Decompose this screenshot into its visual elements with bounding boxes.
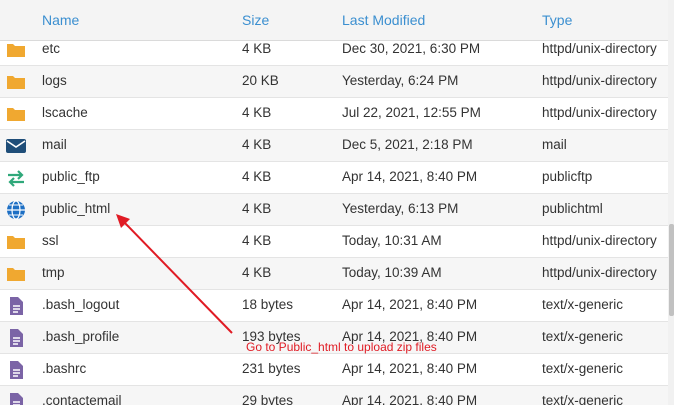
file-name[interactable]: .contactemail [42, 393, 122, 405]
file-size: 29 bytes [242, 393, 294, 405]
mail-icon [6, 136, 26, 156]
file-type: publichtml [542, 201, 603, 216]
file-modified: Today, 10:39 AM [342, 265, 442, 280]
file-modified: Yesterday, 6:24 PM [342, 73, 459, 88]
file-type: text/x-generic [542, 297, 624, 312]
file-modified: Apr 14, 2021, 8:40 PM [342, 297, 478, 312]
file-name[interactable]: public_ftp [42, 169, 100, 184]
table-row[interactable]: lscache 4 KB Jul 22, 2021, 12:55 PM httpd/u… [0, 98, 668, 130]
file-name[interactable]: tmp [42, 265, 65, 280]
table-row[interactable]: etc 4 KB Dec 30, 2021, 6:30 PM httpd/unix-d… [0, 34, 668, 66]
folder-icon [6, 40, 26, 60]
file-type: mail [542, 137, 567, 152]
scrollbar-track[interactable] [668, 0, 674, 405]
folder-icon [6, 104, 26, 124]
file-type: httpd/unix-directory [542, 233, 657, 248]
file-modified: Dec 5, 2021, 2:18 PM [342, 137, 473, 152]
table-row[interactable]: logs 20 KB Yesterday, 6:24 PM httpd/unix-di… [0, 66, 668, 98]
file-modified: Today, 10:31 AM [342, 233, 442, 248]
file-type: text/x-generic [542, 361, 624, 376]
file-icon [6, 328, 26, 348]
folder-icon [6, 264, 26, 284]
file-size: 18 bytes [242, 297, 294, 312]
file-size: 4 KB [242, 137, 272, 152]
column-type-header[interactable]: Type [542, 12, 572, 28]
file-size: 20 KB [242, 73, 279, 88]
table-row[interactable]: public_ftp 4 KB Apr 14, 2021, 8:40 PM publi… [0, 162, 668, 194]
file-type: publicftp [542, 169, 593, 184]
folder-icon [6, 232, 26, 252]
file-name[interactable]: mail [42, 137, 67, 152]
file-name[interactable]: .bash_profile [42, 329, 119, 344]
column-size-header[interactable]: Size [242, 12, 269, 28]
column-name-header[interactable]: Name [42, 12, 79, 28]
file-name[interactable]: public_html [42, 201, 110, 216]
scrollbar-thumb[interactable] [669, 224, 674, 316]
file-name[interactable]: ssl [42, 233, 59, 248]
file-size: 4 KB [242, 201, 272, 216]
file-name[interactable]: .bash_logout [42, 297, 119, 312]
file-modified: Apr 14, 2021, 8:40 PM [342, 169, 478, 184]
file-icon [6, 392, 26, 405]
table-row[interactable]: .bash_logout 18 bytes Apr 14, 2021, 8:40 P… [0, 290, 668, 322]
file-modified: Dec 30, 2021, 6:30 PM [342, 41, 481, 56]
file-type: httpd/unix-directory [542, 265, 657, 280]
file-name[interactable]: logs [42, 73, 67, 88]
file-size: 4 KB [242, 233, 272, 248]
file-type: httpd/unix-directory [542, 73, 657, 88]
globe-icon [6, 200, 26, 220]
table-row[interactable]: mail 4 KB Dec 5, 2021, 2:18 PM mail [0, 130, 668, 162]
file-type: text/x-generic [542, 329, 624, 344]
table-row[interactable]: .bashrc 231 bytes Apr 14, 2021, 8:40 PM tex… [0, 354, 668, 386]
table-row[interactable]: tmp 4 KB Today, 10:39 AM httpd/unix-directo… [0, 258, 668, 290]
table-row[interactable]: .contactemail 29 bytes Apr 14, 2021, 8:40 … [0, 386, 668, 405]
file-name[interactable]: lscache [42, 105, 88, 120]
file-type: httpd/unix-directory [542, 41, 657, 56]
file-size: 231 bytes [242, 361, 301, 376]
file-name[interactable]: .bashrc [42, 361, 86, 376]
file-modified: Yesterday, 6:13 PM [342, 201, 459, 216]
file-modified: Apr 14, 2021, 8:40 PM [342, 393, 478, 405]
file-name[interactable]: etc [42, 41, 60, 56]
table-row[interactable]: public_html 4 KB Yesterday, 6:13 PM publich… [0, 194, 668, 226]
file-type: text/x-generic [542, 393, 624, 405]
file-icon [6, 360, 26, 380]
file-size: 4 KB [242, 105, 272, 120]
transfer-icon [6, 168, 26, 188]
file-modified: Apr 14, 2021, 8:40 PM [342, 361, 478, 376]
file-size: 4 KB [242, 265, 272, 280]
file-size: 4 KB [242, 169, 272, 184]
file-type: httpd/unix-directory [542, 105, 657, 120]
table-row[interactable]: ssl 4 KB Today, 10:31 AM httpd/unix-directo… [0, 226, 668, 258]
column-modified-header[interactable]: Last Modified [342, 12, 425, 28]
file-size: 4 KB [242, 41, 272, 56]
folder-icon [6, 72, 26, 92]
file-icon [6, 296, 26, 316]
file-modified: Jul 22, 2021, 12:55 PM [342, 105, 481, 120]
annotation-text: Go to Public_html to upload zip files [246, 340, 437, 354]
